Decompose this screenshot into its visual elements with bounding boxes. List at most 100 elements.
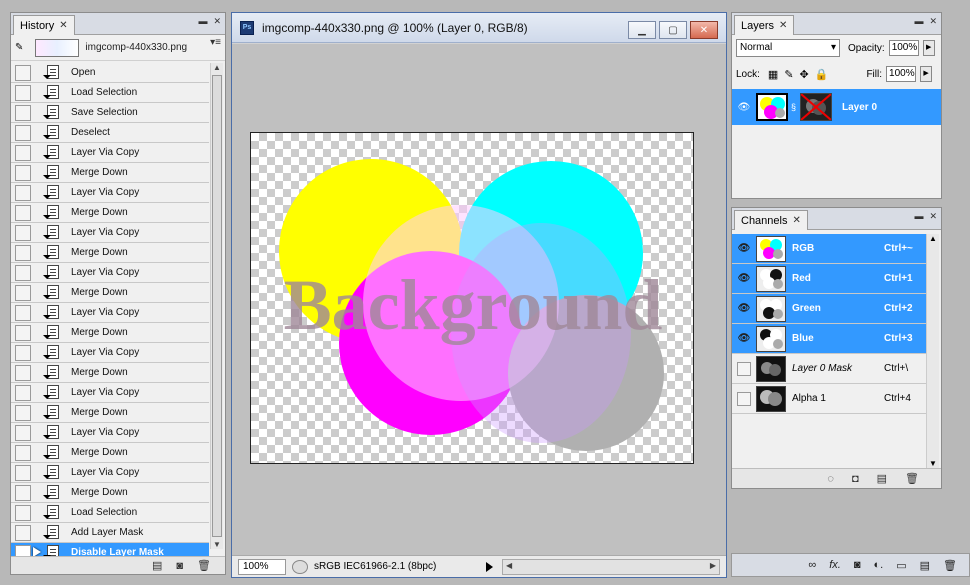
history-brush-source-box[interactable] <box>15 344 31 361</box>
tab-history[interactable]: History ✕ <box>13 15 75 35</box>
history-item[interactable]: Load Selection <box>11 503 209 523</box>
history-brush-source-box[interactable] <box>15 64 31 81</box>
history-brush-source-box[interactable] <box>15 284 31 301</box>
history-brush-source-box[interactable] <box>15 364 31 381</box>
layer-thumbnail[interactable] <box>756 93 788 121</box>
eye-icon[interactable]: 👁 <box>736 333 752 344</box>
fill-field[interactable]: 100% <box>886 66 917 82</box>
history-brush-source-box[interactable] <box>15 224 31 241</box>
load-selection-icon[interactable]: ◌ <box>827 473 834 485</box>
history-brush-source-box[interactable] <box>15 204 31 221</box>
tab-layers[interactable]: Layers ✕ <box>734 15 795 35</box>
close-icon[interactable]: ✕ <box>779 20 787 31</box>
channels-scrollbar[interactable]: ▲ ▼ <box>926 234 939 468</box>
link-layers-icon[interactable]: ∞ <box>808 559 816 571</box>
eye-icon[interactable]: 👁 <box>736 102 752 113</box>
history-scrollbar[interactable]: ▲ ▼ <box>210 63 223 549</box>
horizontal-scrollbar[interactable]: ◀ ▶ <box>502 558 720 575</box>
save-selection-icon[interactable]: ◘ <box>852 473 859 485</box>
close-icon[interactable]: ✕ <box>213 16 221 27</box>
channel-row[interactable]: Alpha 1 Ctrl+4 <box>732 384 927 414</box>
adjustment-layer-icon[interactable]: ◐. <box>874 559 884 571</box>
add-mask-icon[interactable]: ◙ <box>854 559 861 571</box>
lock-all-icon[interactable]: 🔒 <box>815 68 829 81</box>
image-canvas[interactable]: Background <box>250 132 694 464</box>
history-item[interactable]: Merge Down <box>11 163 209 183</box>
minimize-icon[interactable]: ▬ <box>914 16 923 27</box>
history-brush-source-box[interactable] <box>15 484 31 501</box>
history-item[interactable]: Save Selection <box>11 103 209 123</box>
history-brush-source-box[interactable] <box>15 504 31 521</box>
panel-menu-icon[interactable]: ▾≡ <box>210 37 221 48</box>
history-item[interactable]: Layer Via Copy <box>11 303 209 323</box>
history-brush-source-box[interactable] <box>15 124 31 141</box>
trash-icon[interactable]: 🗑 <box>943 559 957 572</box>
opacity-slider-button[interactable]: ▶ <box>922 40 935 56</box>
history-brush-source-box[interactable] <box>15 464 31 481</box>
canvas-area[interactable]: Background <box>232 44 726 555</box>
blend-mode-select[interactable]: Normal <box>736 39 840 57</box>
history-brush-source-box[interactable] <box>15 384 31 401</box>
zoom-field[interactable]: 100% <box>238 558 286 575</box>
history-item[interactable]: Layer Via Copy <box>11 463 209 483</box>
layer-name[interactable]: Layer 0 <box>842 102 877 113</box>
channel-row[interactable]: 👁 RGB Ctrl+~ <box>732 234 927 264</box>
history-brush-source-box[interactable] <box>15 164 31 181</box>
layer-style-icon[interactable]: fx. <box>829 559 841 571</box>
trash-icon[interactable]: 🗑 <box>197 559 211 572</box>
maximize-button[interactable]: ▢ <box>659 21 687 39</box>
history-item[interactable]: Layer Via Copy <box>11 383 209 403</box>
channel-thumbnail[interactable] <box>756 355 786 382</box>
history-brush-source-box[interactable] <box>15 264 31 281</box>
history-item[interactable]: Layer Via Copy <box>11 263 209 283</box>
channel-thumbnail[interactable] <box>756 265 786 292</box>
new-group-icon[interactable]: ▭ <box>896 559 906 572</box>
channel-row[interactable]: 👁 Green Ctrl+2 <box>732 294 927 324</box>
history-item[interactable]: Layer Via Copy <box>11 183 209 203</box>
history-brush-source-box[interactable] <box>15 304 31 321</box>
channel-row[interactable]: Layer 0 Mask Ctrl+\ <box>732 354 927 384</box>
minimize-icon[interactable]: ▬ <box>198 16 207 27</box>
history-brush-source-box[interactable] <box>15 244 31 261</box>
channel-row[interactable]: 👁 Blue Ctrl+3 <box>732 324 927 354</box>
new-document-icon[interactable]: ▤ <box>152 559 162 572</box>
history-brush-source-box[interactable] <box>15 424 31 441</box>
eye-icon[interactable]: 👁 <box>736 273 752 284</box>
close-icon[interactable]: ✕ <box>59 20 67 31</box>
scroll-right-icon[interactable]: ▶ <box>710 561 716 570</box>
document-titlebar[interactable]: Ps imgcomp-440x330.png @ 100% (Layer 0, … <box>232 13 726 43</box>
history-brush-source-box[interactable] <box>15 324 31 341</box>
channel-thumbnail[interactable] <box>756 385 786 412</box>
history-item[interactable]: Add Layer Mask <box>11 523 209 543</box>
trash-icon[interactable]: 🗑 <box>905 472 919 485</box>
visibility-toggle[interactable] <box>737 391 751 406</box>
status-icon[interactable] <box>292 559 308 574</box>
history-brush-source-box[interactable] <box>15 184 31 201</box>
eye-icon[interactable]: 👁 <box>736 243 752 254</box>
scroll-left-icon[interactable]: ◀ <box>506 561 512 570</box>
close-icon[interactable]: ✕ <box>792 215 800 226</box>
visibility-toggle[interactable] <box>737 361 751 376</box>
channel-thumbnail[interactable] <box>756 295 786 322</box>
scroll-thumb[interactable] <box>212 75 222 537</box>
history-brush-source-box[interactable] <box>15 404 31 421</box>
history-item[interactable]: Merge Down <box>11 443 209 463</box>
history-item[interactable]: Layer Via Copy <box>11 143 209 163</box>
link-icon[interactable]: § <box>791 102 797 112</box>
history-item[interactable]: Layer Via Copy <box>11 343 209 363</box>
brush-source-icon[interactable]: ✎ <box>15 42 23 53</box>
history-item[interactable]: Load Selection <box>11 83 209 103</box>
status-menu-icon[interactable] <box>486 561 496 572</box>
lock-position-icon[interactable]: ✥ <box>800 68 809 81</box>
history-item[interactable]: Merge Down <box>11 483 209 503</box>
layer-row[interactable]: 👁 § Layer 0 <box>732 89 941 125</box>
history-brush-source-box[interactable] <box>15 104 31 121</box>
scroll-down-icon[interactable]: ▼ <box>213 540 221 549</box>
history-item[interactable]: Merge Down <box>11 403 209 423</box>
history-item[interactable]: Merge Down <box>11 243 209 263</box>
history-item[interactable]: Merge Down <box>11 323 209 343</box>
opacity-field[interactable]: 100% <box>888 40 919 56</box>
minimize-icon[interactable]: ▬ <box>914 211 923 222</box>
camera-icon[interactable]: ◙ <box>176 560 183 572</box>
close-button[interactable]: ✕ <box>690 21 718 39</box>
